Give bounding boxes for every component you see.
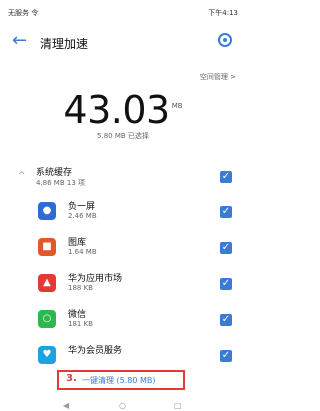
item-name: 华为应用市场	[68, 274, 123, 284]
wechat-icon: ○	[38, 310, 56, 328]
category-name: 系统缓存	[36, 168, 73, 178]
list-item[interactable]: ▲ 华为应用市场 188 KB ✓	[0, 268, 246, 302]
space-management-link[interactable]: 空间管理 >	[200, 72, 236, 82]
gallery-icon: ■	[38, 238, 56, 256]
page-title: 清理加速	[40, 37, 89, 51]
list-item[interactable]: ○ 微信 181 KB ✓	[0, 304, 246, 338]
nav-back-icon[interactable]: ◀	[63, 402, 69, 410]
item-name: 图库	[68, 238, 87, 248]
item-name: 微信	[68, 310, 87, 320]
item-name: 华为会员服务	[68, 346, 123, 356]
bulb-icon: ●	[38, 202, 56, 220]
navigation-bar: ◀ ○ □	[0, 400, 246, 411]
category-checkbox[interactable]: ✓	[220, 171, 232, 183]
back-arrow-icon[interactable]: ←	[12, 32, 27, 50]
one-click-clean-button[interactable]: 一键清理 (5.80 MB)	[82, 375, 156, 386]
junk-unit: MB	[171, 102, 183, 110]
item-size: 181 KB	[68, 320, 93, 328]
status-time: 下午4:13	[208, 9, 238, 17]
item-checkbox[interactable]: ✓	[220, 278, 232, 290]
list-item[interactable]: ■ 图库 1.64 MB ✓	[0, 232, 246, 266]
junk-amount: 43.03	[63, 88, 170, 132]
item-size: 2.46 MB	[68, 212, 97, 220]
step-annotation: 3.	[66, 373, 77, 384]
title-bar: ← 清理加速	[0, 26, 246, 58]
item-name: 负一屏	[68, 202, 96, 212]
total-junk-size: 43.03 MB	[0, 88, 246, 132]
member-icon: ♥	[38, 346, 56, 364]
list-item[interactable]: ♥ 华为会员服务 ✓	[0, 340, 246, 374]
carrier-text: 无服务 令	[8, 9, 39, 17]
item-size: 1.64 MB	[68, 248, 97, 256]
nav-recents-icon[interactable]: □	[174, 402, 182, 410]
nav-home-icon[interactable]: ○	[119, 402, 126, 410]
settings-gear-icon[interactable]	[218, 33, 232, 47]
clean-button-area: 3. 一键清理 (5.80 MB)	[0, 370, 246, 390]
item-checkbox[interactable]: ✓	[220, 350, 232, 362]
chevron-up-icon[interactable]: ^	[18, 171, 26, 181]
item-checkbox[interactable]: ✓	[220, 314, 232, 326]
item-checkbox[interactable]: ✓	[220, 242, 232, 254]
status-bar: 无服务 令 下午4:13	[0, 0, 246, 22]
item-checkbox[interactable]: ✓	[220, 206, 232, 218]
selected-size-text: 5.80 MB 已选择	[97, 132, 149, 140]
appgallery-icon: ▲	[38, 274, 56, 292]
category-system-cache[interactable]: ^ 系统缓存 4.86 MB 13 项 ✓	[0, 162, 246, 192]
item-size: 188 KB	[68, 284, 93, 292]
list-item[interactable]: ● 负一屏 2.46 MB ✓	[0, 196, 246, 230]
category-meta: 4.86 MB 13 项	[36, 179, 86, 187]
